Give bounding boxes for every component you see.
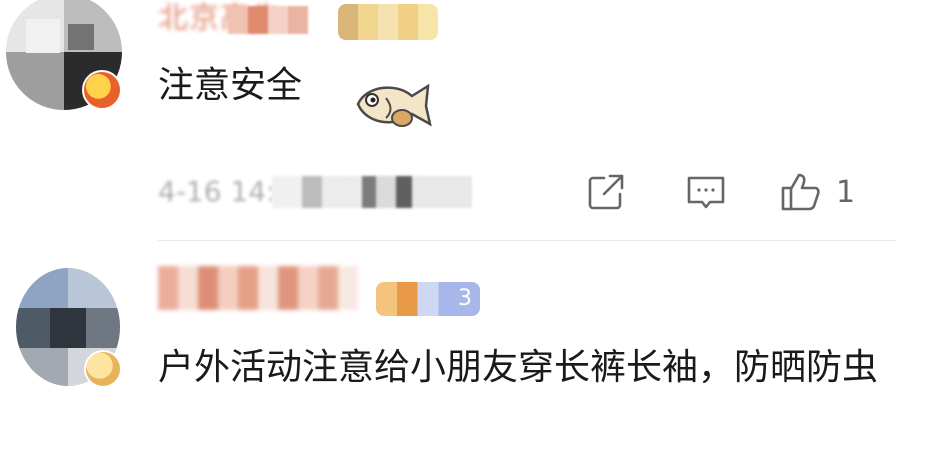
divider — [158, 240, 896, 241]
thumbs-up-icon — [781, 173, 820, 211]
vip-badge-icon — [338, 4, 438, 40]
like-button[interactable]: 1 — [778, 170, 855, 214]
fish-emoji-icon — [356, 83, 432, 127]
share-icon — [588, 174, 624, 210]
comment-text: 注意安全 — [158, 65, 303, 106]
share-button[interactable] — [584, 170, 628, 214]
vip-badge-icon: 3 — [376, 282, 480, 316]
username[interactable] — [158, 266, 358, 310]
comment-icon — [687, 176, 725, 209]
user-badge-icon — [84, 350, 122, 388]
user-badge-icon — [82, 70, 122, 110]
username-mosaic — [228, 6, 308, 34]
like-count: 1 — [836, 174, 856, 210]
meta-mosaic — [272, 176, 472, 208]
comment-text: 户外活动注意给小朋友穿长裤长袖，防晒防虫 — [158, 347, 879, 388]
vip-level: 3 — [458, 286, 472, 311]
comment-button[interactable] — [684, 170, 728, 214]
